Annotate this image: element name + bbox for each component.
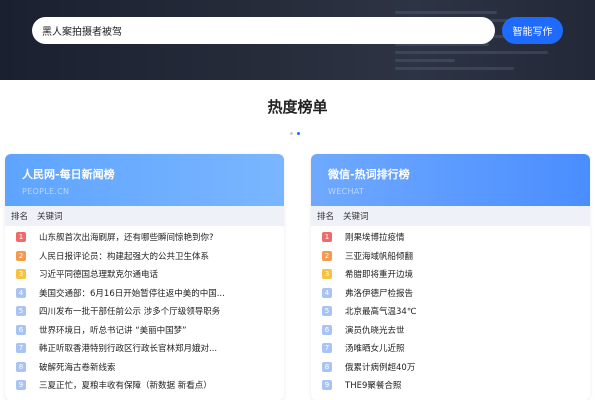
- list-item-text: 俄累计病例超40万: [345, 362, 416, 373]
- board-list: 1 山东舰首次出海刷屏，还有哪些瞬间惊艳到你? 2 人民日报评论员：构建起强大的公共卫…: [5, 226, 284, 395]
- board-header: 人民网-每日新闻榜 PEOPLE.CN: [5, 154, 284, 206]
- list-item[interactable]: 3 希腊即将重开边境: [311, 265, 590, 284]
- list-item[interactable]: 8 俄累计病例超40万: [311, 358, 590, 377]
- list-item-text: 汤唯晒女儿近照: [345, 344, 405, 355]
- search-input-value: 黑人案拍摄者被驾: [42, 27, 122, 38]
- column-keyword: 关键词: [37, 212, 63, 222]
- rank-badge: 2: [322, 250, 332, 261]
- list-item[interactable]: 7 汤唯晒女儿近照: [311, 339, 590, 358]
- list-item-text: 四川发布一批干部任前公示 涉多个厅级领导职务: [39, 307, 221, 318]
- list-item[interactable]: 6 世界环境日，听总书记讲 “美丽中国梦”: [5, 321, 284, 340]
- column-keyword: 关键词: [343, 212, 369, 222]
- rank-badge: 8: [322, 361, 332, 372]
- carousel-dot[interactable]: [290, 132, 293, 135]
- list-item[interactable]: 4 弗洛伊德尸检报告: [311, 284, 590, 303]
- list-item[interactable]: 6 演员仇晓光去世: [311, 321, 590, 340]
- list-item-text: 美国交通部：6月16日开始暂停往返中美的中国...: [39, 288, 225, 299]
- list-item-text: 三夏正忙，夏粮丰收有保障（新数据 新看点）: [39, 381, 212, 392]
- rank-badge: 7: [16, 343, 26, 354]
- list-item[interactable]: 1 山东舰首次出海刷屏，还有哪些瞬间惊艳到你?: [5, 228, 284, 247]
- list-item-text: THE9聚餐合照: [345, 381, 402, 392]
- rank-badge: 3: [16, 269, 26, 280]
- rank-badge: 9: [16, 380, 26, 391]
- rank-badge: 4: [16, 287, 26, 298]
- column-rank: 排名: [317, 212, 335, 222]
- list-item-text: 山东舰首次出海刷屏，还有哪些瞬间惊艳到你?: [39, 233, 214, 244]
- rank-badge: 8: [16, 361, 26, 372]
- page-title: 热度榜单: [267, 98, 328, 116]
- list-item-text: 希腊即将重开边境: [345, 270, 414, 281]
- rank-badge: 7: [322, 343, 332, 354]
- board-header: 微信-热词排行榜 WECHAT: [311, 154, 590, 206]
- board-people-daily: 人民网-每日新闻榜 PEOPLE.CN 排名 关键词 1 山东舰首次出海刷屏，还有…: [5, 154, 284, 400]
- board-subtitle: PEOPLE.CN: [22, 187, 70, 196]
- rank-badge: 6: [16, 324, 26, 335]
- list-item[interactable]: 8 破解死海古卷新线索: [5, 358, 284, 377]
- column-rank: 排名: [11, 212, 29, 222]
- list-item-text: 演员仇晓光去世: [345, 325, 405, 336]
- rank-badge: 1: [322, 232, 332, 243]
- carousel-dot-active[interactable]: [297, 132, 300, 135]
- board-title: 微信-热词排行榜: [328, 168, 410, 181]
- table-header: 排名 关键词: [5, 206, 284, 226]
- rank-badge: 1: [16, 232, 26, 243]
- list-item[interactable]: 4 美国交通部：6月16日开始暂停往返中美的中国...: [5, 284, 284, 303]
- main-content: 热度榜单 人民网-每日新闻榜 PEOPLE.CN 排名 关键词 1 山东舰首次出海…: [0, 80, 595, 400]
- list-item-text: 韩正听取香港特别行政区行政长官林郑月娥对...: [39, 344, 218, 355]
- list-item[interactable]: 9 三夏正忙，夏粮丰收有保障（新数据 新看点）: [5, 376, 284, 395]
- board-title: 人民网-每日新闻榜: [22, 168, 115, 181]
- list-item-text: 习近平同德国总理默克尔通电话: [39, 270, 159, 281]
- list-item-text: 弗洛伊德尸检报告: [345, 288, 414, 299]
- list-item-text: 破解死海古卷新线索: [39, 362, 116, 373]
- list-item-text: 北京最高气温34℃: [345, 307, 417, 318]
- carousel-dots: [290, 132, 300, 135]
- list-item-text: 人民日报评论员：构建起强大的公共卫生体系: [39, 251, 210, 262]
- rank-badge: 3: [322, 269, 332, 280]
- list-item[interactable]: 2 人民日报评论员：构建起强大的公共卫生体系: [5, 247, 284, 266]
- list-item[interactable]: 3 习近平同德国总理默克尔通电话: [5, 265, 284, 284]
- list-item[interactable]: 2 三亚海域帆船倾翻: [311, 247, 590, 266]
- rank-badge: 9: [322, 380, 332, 391]
- list-item[interactable]: 9 THE9聚餐合照: [311, 376, 590, 395]
- table-header: 排名 关键词: [311, 206, 590, 226]
- list-item[interactable]: 1 刚果埃博拉疫情: [311, 228, 590, 247]
- search-input[interactable]: 黑人案拍摄者被驾: [32, 17, 495, 44]
- board-wechat: 微信-热词排行榜 WECHAT 排名 关键词 1 刚果埃博拉疫情 2 三亚海域帆船倾翻…: [311, 154, 590, 400]
- list-item-text: 世界环境日，听总书记讲 “美丽中国梦”: [39, 325, 187, 336]
- board-subtitle: WECHAT: [328, 187, 365, 196]
- list-item-text: 刚果埃博拉疫情: [345, 233, 405, 244]
- rank-badge: 4: [322, 287, 332, 298]
- rank-badge: 5: [322, 306, 332, 317]
- rank-badge: 6: [322, 324, 332, 335]
- list-item-text: 三亚海域帆船倾翻: [345, 251, 414, 262]
- board-list: 1 刚果埃博拉疫情 2 三亚海域帆船倾翻 3 希腊即将重开边境 4 弗洛伊德尸检报告 5 北京最高…: [311, 226, 590, 395]
- rank-badge: 5: [16, 306, 26, 317]
- list-item[interactable]: 5 北京最高气温34℃: [311, 302, 590, 321]
- list-item[interactable]: 7 韩正听取香港特别行政区行政长官林郑月娥对...: [5, 339, 284, 358]
- rank-badge: 2: [16, 250, 26, 261]
- list-item[interactable]: 5 四川发布一批干部任前公示 涉多个厅级领导职务: [5, 302, 284, 321]
- smart-write-button[interactable]: 智能写作: [502, 17, 563, 44]
- hero-banner: 黑人案拍摄者被驾 智能写作: [0, 0, 595, 80]
